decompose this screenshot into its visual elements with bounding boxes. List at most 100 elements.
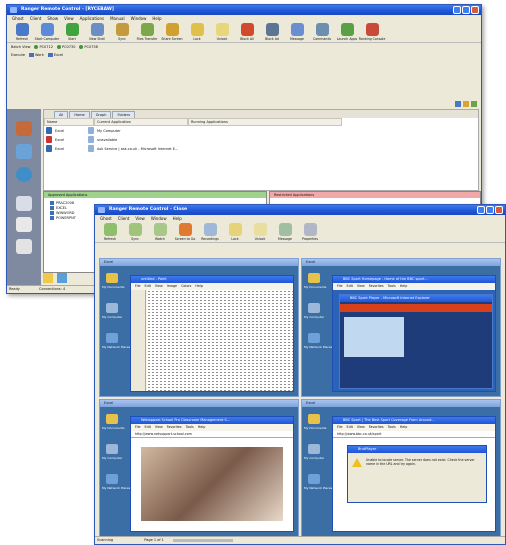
menu-item-ghost[interactable]: Ghost <box>12 15 24 22</box>
address-bar[interactable]: http://www.netsupport-school.com <box>131 431 293 438</box>
menu-item-window[interactable]: Window <box>131 15 147 22</box>
menu-item-applications[interactable]: Applications <box>80 15 104 22</box>
remote-app-window[interactable]: BBC Sport Homepage - Home of the BBC spo… <box>332 275 496 392</box>
batch-item[interactable]: PC0712 <box>34 45 53 49</box>
detail-view-icon[interactable] <box>471 101 477 107</box>
remote-app-window[interactable]: Webappeal School Pro Classroom Managemen… <box>130 416 294 532</box>
column-header[interactable]: Current Application <box>94 118 188 126</box>
menu-item-ghost[interactable]: Ghost <box>100 215 112 222</box>
document-icon[interactable] <box>16 217 32 232</box>
menu-item-help[interactable]: Help <box>173 215 182 222</box>
toolbar-refresh-button[interactable]: Refresh <box>11 23 33 41</box>
users-icon[interactable] <box>16 121 32 136</box>
table-row[interactable]: Excel Ask Service | ask.co.uk - Microsoft… <box>44 144 478 153</box>
remote-menu-item[interactable]: Help <box>198 424 206 430</box>
minimize-button[interactable] <box>453 6 461 14</box>
menu-item-view[interactable]: View <box>135 215 145 222</box>
back-window-titlebar[interactable]: Ranger Remote Control - [RYCEBAW] <box>7 5 481 15</box>
toolbar-block-button[interactable]: Block All <box>236 23 258 41</box>
remote-app-window[interactable]: untitled - Paint File Edit View Image Colors H… <box>130 275 294 392</box>
computer-icon[interactable] <box>308 303 320 313</box>
client-pane[interactable]: Excel My Documents My Computer My Network P… <box>301 258 501 397</box>
toolbar-record-button[interactable]: Recordings <box>199 223 221 241</box>
policy-icon[interactable] <box>16 196 32 211</box>
remote-menu-item[interactable]: Help <box>400 283 408 289</box>
execute-item[interactable]: Excel <box>47 53 63 57</box>
remote-menu-item[interactable]: File <box>135 424 141 430</box>
close-button[interactable] <box>495 206 503 214</box>
client-pane[interactable]: Excel My Documents My Computer My Network P… <box>301 399 501 537</box>
address-bar[interactable]: http://www.bbc.co.uk/sport <box>333 431 495 438</box>
batch-item[interactable]: PC0738 <box>79 45 98 49</box>
remote-menu-item[interactable]: Edit <box>145 424 151 430</box>
remote-menu-item[interactable]: File <box>337 424 343 430</box>
folder-icon[interactable] <box>43 273 53 283</box>
toolbar-message-button[interactable]: Message <box>274 223 296 241</box>
remote-menu-item[interactable]: Colors <box>181 283 191 289</box>
toolbar-watch-button[interactable]: Watch <box>149 223 171 241</box>
menu-item-client[interactable]: Client <box>30 15 42 22</box>
pane-title[interactable]: Excel <box>302 400 500 407</box>
list-view-icon[interactable] <box>463 101 469 107</box>
computer-icon[interactable] <box>106 444 118 454</box>
toolbar-screen-button[interactable]: Share Screen <box>161 23 183 41</box>
toolbar-play-button[interactable]: Start <box>61 23 83 41</box>
toolbar-refresh-button[interactable]: Refresh <box>99 223 121 241</box>
maximize-button[interactable] <box>462 6 470 14</box>
settings-icon[interactable] <box>16 239 32 254</box>
maximize-button[interactable] <box>486 206 494 214</box>
remote-menu-item[interactable]: Image <box>167 283 177 289</box>
folder-icon[interactable] <box>106 273 118 283</box>
toolbar-apps-button[interactable]: Launch Apps <box>336 23 358 41</box>
table-row[interactable]: Excel My Computer <box>44 126 478 135</box>
toolbar-block-ad-button[interactable]: Block Ad <box>261 23 283 41</box>
toolbar-screen-button[interactable]: Screen to Go <box>174 223 196 241</box>
remote-menu-item[interactable]: Edit <box>347 283 353 289</box>
folder-icon[interactable] <box>106 414 118 424</box>
client-pane[interactable]: Excel My Documents My Computer My Network P… <box>99 399 299 537</box>
remote-app-window[interactable]: BBC Sport | The Best Sport Coverage From… <box>332 416 496 532</box>
menu-item-show[interactable]: Show <box>47 15 58 22</box>
toolbar-unlock-button[interactable]: Unlock <box>249 223 271 241</box>
remote-menu-item[interactable]: Favorites <box>167 424 182 430</box>
remote-menu-item[interactable]: Tools <box>388 424 396 430</box>
toolbar-properties-button[interactable]: Properties <box>299 223 321 241</box>
remote-menu-item[interactable]: Edit <box>347 424 353 430</box>
remote-menu-item[interactable]: Edit <box>145 283 151 289</box>
toolbar-commands-button[interactable]: Commands <box>311 23 333 41</box>
remote-menu-item[interactable]: View <box>357 424 365 430</box>
column-header[interactable]: Name <box>44 118 94 126</box>
monitor-icon[interactable] <box>57 273 67 283</box>
remote-menu-item[interactable]: Help <box>400 424 408 430</box>
tab-all[interactable]: All <box>54 111 69 118</box>
remote-menu-item[interactable]: View <box>357 283 365 289</box>
execute-item[interactable]: Work <box>29 53 44 57</box>
remote-menu-item[interactable]: View <box>155 424 163 430</box>
tab-graph[interactable]: Graph <box>90 111 112 118</box>
remote-menu-item[interactable]: Favorites <box>369 424 384 430</box>
toolbar-sync-button[interactable]: Sync <box>124 223 146 241</box>
pane-title[interactable]: Excel <box>100 400 298 407</box>
front-window-titlebar[interactable]: Ranger Remote Control - Close <box>95 205 505 215</box>
tab-home[interactable]: Home <box>69 111 90 118</box>
close-button[interactable] <box>471 6 479 14</box>
menu-item-help[interactable]: Help <box>152 15 161 22</box>
remote-menu-item[interactable]: Favorites <box>369 283 384 289</box>
network-icon[interactable] <box>106 333 118 343</box>
batch-item[interactable]: PC0730 <box>56 45 75 49</box>
toolbar-message-button[interactable]: Message <box>286 23 308 41</box>
toolbar-lock-button[interactable]: Lock <box>186 23 208 41</box>
network-icon[interactable] <box>16 144 32 159</box>
menu-item-view[interactable]: View <box>64 15 74 22</box>
network-icon[interactable] <box>106 474 118 484</box>
remote-menu-item[interactable]: View <box>155 283 163 289</box>
pane-title[interactable]: Excel <box>302 259 500 266</box>
globe-icon[interactable] <box>16 167 32 182</box>
folder-icon[interactable] <box>308 414 320 424</box>
toolbar-unlock-button[interactable]: Unlock <box>211 23 233 41</box>
toolbar-ranking-button[interactable]: Ranking Console <box>359 23 385 41</box>
network-icon[interactable] <box>308 474 320 484</box>
toolbar-sync-button[interactable]: Sync <box>111 23 133 41</box>
remote-menu-item[interactable]: File <box>337 283 343 289</box>
toolbar-files-button[interactable]: Files Transfer <box>136 23 158 41</box>
